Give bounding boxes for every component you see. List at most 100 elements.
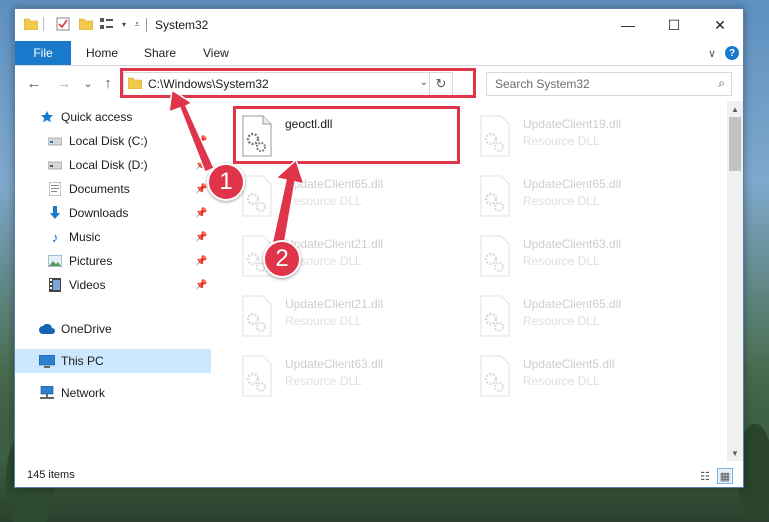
pin-icon[interactable]: 📌 (195, 232, 207, 243)
back-button[interactable]: ← (25, 74, 43, 92)
music-icon: ♪ (51, 229, 59, 245)
file-item[interactable]: UpdateClient63.dll Resource DLL (475, 229, 705, 283)
file-item[interactable]: UpdateClient63.dll Resource DLL (237, 349, 467, 403)
sidebar-item-pictures[interactable]: Pictures 📌 (15, 249, 211, 273)
network-icon (39, 385, 55, 401)
dll-file-icon (480, 355, 510, 397)
sidebar-item-local-disk-d[interactable]: Local Disk (D:) 📌 (15, 153, 211, 177)
documents-icon (47, 181, 63, 197)
sidebar-item-onedrive[interactable]: OneDrive (15, 317, 211, 341)
tab-home[interactable]: Home (86, 41, 118, 65)
address-highlight-box (120, 68, 476, 98)
help-icon[interactable]: ? (723, 44, 741, 62)
step-badge-2: 2 (263, 240, 301, 278)
file-item[interactable]: UpdateClient5.dll Resource DLL (475, 349, 705, 403)
close-button[interactable]: ✕ (697, 9, 743, 41)
dll-file-icon (480, 295, 510, 337)
file-type: Resource DLL (285, 314, 362, 328)
status-bar: 145 items ☷ ▦ (15, 465, 743, 487)
file-type: Resource DLL (523, 254, 600, 268)
up-button[interactable]: ↑ (99, 74, 117, 92)
details-view-icon[interactable]: ☷ (697, 468, 713, 484)
help-glyph: ? (725, 46, 739, 60)
search-box[interactable]: Search System32 ⌕ (486, 72, 732, 96)
file-name: UpdateClient63.dll (523, 237, 622, 251)
file-name: UpdateClient19.dll (523, 117, 622, 131)
expand-ribbon-icon[interactable]: ∨ (703, 44, 721, 62)
tab-share[interactable]: Share (144, 41, 176, 65)
pin-icon[interactable]: 📌 (195, 136, 207, 147)
properties-icon[interactable] (55, 16, 71, 32)
file-name: UpdateClient21.dll (285, 237, 384, 251)
recent-locations-button[interactable]: ⌄ (79, 74, 97, 92)
sidebar-item-label: Network (61, 386, 106, 400)
file-name: UpdateClient21.dll (285, 297, 384, 311)
file-name: UpdateClient65.dll (523, 297, 622, 311)
customize-qa-icon[interactable]: ⩡ (129, 16, 145, 32)
file-name: UpdateClient63.dll (285, 357, 384, 371)
sidebar-item-music[interactable]: ♪ Music 📌 (15, 225, 211, 249)
file-type: Resource DLL (523, 314, 600, 328)
window-title: System32 (155, 18, 209, 32)
download-icon (47, 205, 63, 221)
qa-divider (43, 17, 44, 31)
sidebar-item-label: Local Disk (D:) (69, 158, 148, 172)
sidebar-item-documents[interactable]: Documents 📌 (15, 177, 211, 201)
star-icon (39, 109, 55, 125)
pin-icon[interactable]: 📌 (195, 256, 207, 267)
file-type: Resource DLL (523, 134, 600, 148)
dll-file-icon (480, 235, 510, 277)
step-badge-1: 1 (207, 163, 245, 201)
tab-file[interactable]: File (15, 41, 71, 65)
scroll-down-icon[interactable]: ▼ (727, 445, 743, 461)
sidebar-item-quick-access[interactable]: Quick access (15, 105, 211, 129)
file-item[interactable]: UpdateClient21.dll Resource DLL (237, 289, 467, 343)
sidebar-item-network[interactable]: Network (15, 381, 211, 405)
file-name: UpdateClient5.dll (523, 357, 615, 371)
title-bar: ▾ ⩡ System32 — ☐ ✕ (15, 9, 743, 41)
file-item[interactable]: UpdateClient19.dll Resource DLL (475, 109, 705, 163)
title-divider (146, 18, 147, 32)
file-item[interactable]: UpdateClient65.dll Resource DLL (237, 169, 467, 223)
sidebar-item-label: OneDrive (61, 322, 112, 336)
item-count: 145 items (27, 469, 75, 481)
file-type: Resource DLL (523, 194, 600, 208)
navigation-pane: Quick access Local Disk (C:) 📌 Local Dis… (15, 101, 211, 461)
search-placeholder[interactable]: Search System32 (495, 77, 590, 91)
new-folder-icon[interactable] (78, 16, 94, 32)
computer-icon (39, 353, 55, 369)
dll-file-icon (242, 355, 272, 397)
cloud-icon (39, 321, 55, 337)
sidebar-item-label: Videos (69, 278, 106, 292)
file-item[interactable]: UpdateClient65.dll Resource DLL (475, 169, 705, 223)
maximize-button[interactable]: ☐ (651, 9, 697, 41)
forward-button[interactable]: → (55, 74, 73, 92)
sidebar-item-label: Music (69, 230, 101, 244)
file-type: Resource DLL (285, 374, 362, 388)
dll-file-icon (480, 175, 510, 217)
sidebar-item-this-pc[interactable]: This PC (15, 349, 211, 373)
large-icons-view-icon[interactable]: ▦ (717, 468, 733, 484)
sidebar-item-label: Quick access (61, 110, 133, 124)
scroll-up-icon[interactable]: ▲ (727, 101, 743, 117)
pin-icon[interactable]: 📌 (195, 208, 207, 219)
scrollbar-thumb[interactable] (729, 117, 741, 171)
search-icon[interactable]: ⌕ (718, 76, 725, 91)
sidebar-item-label: Local Disk (C:) (69, 134, 148, 148)
file-item[interactable]: UpdateClient65.dll Resource DLL (475, 289, 705, 343)
sidebar-item-videos[interactable]: Videos 📌 (15, 273, 211, 297)
minimize-button[interactable]: — (605, 9, 651, 41)
pin-icon[interactable]: 📌 (195, 184, 207, 195)
view-options-icon[interactable] (100, 16, 116, 32)
sidebar-item-downloads[interactable]: Downloads 📌 (15, 201, 211, 225)
sidebar-item-local-disk-c[interactable]: Local Disk (C:) 📌 (15, 129, 211, 153)
vertical-scrollbar[interactable]: ▲ ▼ (727, 101, 743, 461)
sidebar-item-label: This PC (61, 354, 104, 368)
file-name: UpdateClient65.dll (523, 177, 622, 191)
pin-icon[interactable]: 📌 (195, 280, 207, 291)
file-type: Resource DLL (523, 374, 600, 388)
dll-file-icon (480, 115, 510, 157)
drive-icon (47, 157, 63, 173)
tab-view[interactable]: View (203, 41, 229, 65)
pin-icon[interactable]: 📌 (195, 160, 207, 171)
